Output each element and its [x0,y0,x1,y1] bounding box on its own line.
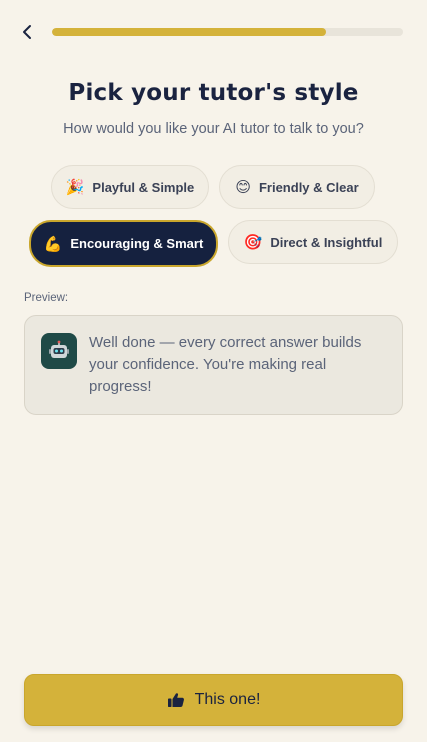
page-title: Pick your tutor's style [68,80,359,106]
preview-label: Preview: [24,292,69,304]
style-option-playful[interactable]: 🎉 Playful & Simple [51,165,209,209]
preview-message: Well done — every correct answer builds … [89,334,362,395]
style-option-label: Encouraging & Smart [70,236,204,251]
robot-icon [41,333,77,369]
progress-fill [52,28,326,36]
confirm-button-label: This one! [194,691,261,708]
confirm-button[interactable]: This one! [24,674,403,726]
top-bar [0,0,427,64]
style-option-label: Friendly & Clear [258,179,359,195]
style-option-encouraging[interactable]: 💪 Encouraging & Smart [29,220,218,267]
page-subtitle: How would you like your AI tutor to talk… [63,121,364,137]
party-popper-icon: 🎉 [65,178,85,196]
flexed-biceps-icon: 💪 [43,234,63,253]
progress-bar [52,28,403,36]
style-option-label: Direct & Insightful [270,234,383,250]
preview-card: Well done — every correct answer builds … [24,315,403,415]
smiling-face-icon: 😊 [235,178,251,196]
thumbs-up-icon [167,693,184,707]
back-button[interactable] [16,20,40,44]
target-icon: 🎯 [243,233,263,251]
style-option-direct[interactable]: 🎯 Direct & Insightful [228,220,398,264]
style-option-friendly[interactable]: 😊 Friendly & Clear [219,165,375,209]
chevron-left-icon [23,25,31,39]
style-option-label: Playful & Simple [92,179,195,195]
